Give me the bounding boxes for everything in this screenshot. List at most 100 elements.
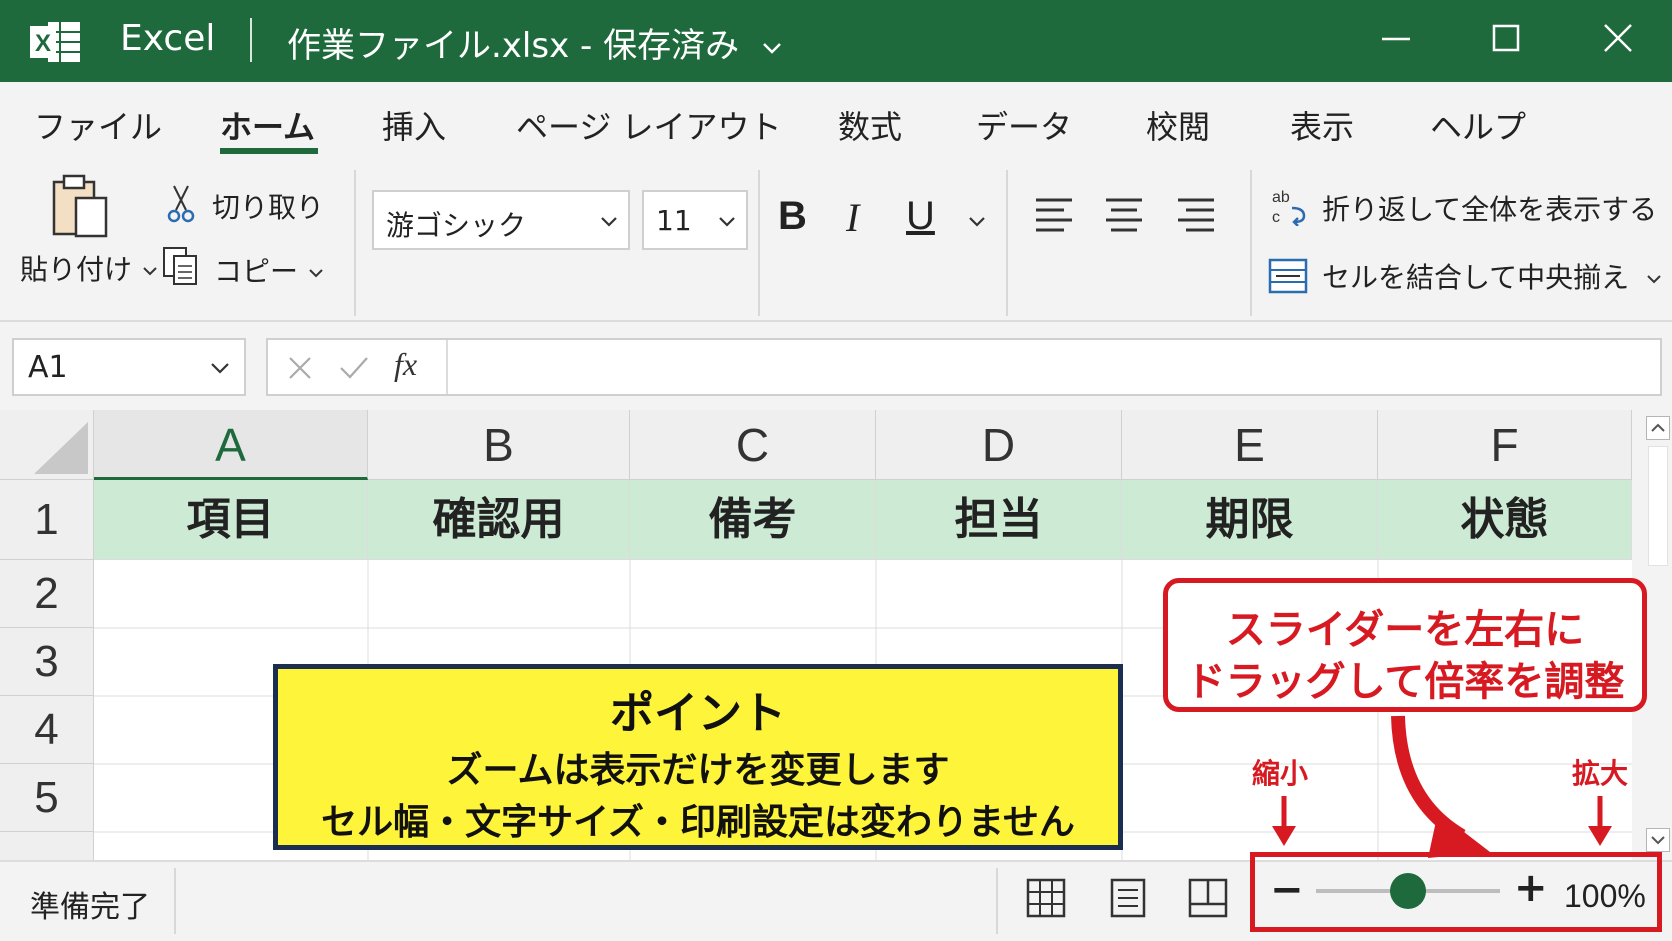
formula-buttons: fx [268, 340, 448, 394]
select-all-button[interactable] [0, 410, 94, 480]
title-separator [250, 18, 252, 62]
row-header-3[interactable]: 3 [0, 628, 94, 696]
zoom-slider-thumb[interactable] [1390, 873, 1426, 909]
cell-b1[interactable]: 確認用 [368, 480, 630, 560]
row-header-4[interactable]: 4 [0, 696, 94, 764]
status-text: 準備完了 [30, 890, 150, 925]
cell-c1[interactable]: 備考 [630, 480, 876, 560]
cut-button[interactable]: 切り取り [212, 186, 324, 226]
underline-dropdown-chevron-down-icon[interactable] [966, 210, 988, 232]
zoom-in-button[interactable]: + [1514, 868, 1548, 908]
zoom-out-button[interactable]: − [1270, 870, 1304, 910]
column-header-f[interactable]: F [1378, 410, 1632, 480]
title-bar: X Excel 作業ファイル.xlsx - 保存済み [0, 0, 1672, 82]
zoom-level[interactable]: 100% [1564, 878, 1646, 915]
row-header-1[interactable]: 1 [0, 480, 94, 560]
cell-f1[interactable]: 状態 [1378, 480, 1632, 560]
tab-help[interactable]: ヘルプ [1430, 102, 1526, 148]
paste-button[interactable]: 貼り付け [20, 248, 159, 288]
cell-e1[interactable]: 期限 [1122, 480, 1378, 560]
formula-bar[interactable]: fx [266, 338, 1662, 396]
slider-callout-line2: ドラッグして倍率を調整 [1185, 659, 1625, 705]
column-header-b[interactable]: B [368, 410, 630, 480]
app-name: Excel [120, 18, 216, 59]
merge-center-button[interactable]: セルを結合して中央揃え [1322, 256, 1664, 296]
point-callout-title: ポイント [610, 688, 786, 739]
point-callout-line1: ズームは表示だけを変更します [446, 750, 950, 791]
view-separator [996, 868, 998, 934]
page-break-preview-icon[interactable] [1186, 876, 1230, 920]
underline-button[interactable]: U [906, 194, 935, 239]
chevron-down-icon [719, 217, 735, 227]
scroll-down-button[interactable] [1646, 828, 1670, 852]
copy-label: コピー [214, 255, 299, 288]
italic-button[interactable]: I [846, 194, 859, 241]
scroll-up-button[interactable] [1646, 416, 1670, 440]
tab-view[interactable]: 表示 [1290, 102, 1354, 148]
bold-button[interactable]: B [778, 194, 807, 239]
font-name-value: 游ゴシック [386, 209, 527, 242]
cell-d1[interactable]: 担当 [876, 480, 1122, 560]
column-header-d[interactable]: D [876, 410, 1122, 480]
chevron-down-icon [1651, 836, 1665, 845]
slider-callout: スライダーを左右に ドラッグして倍率を調整 [1163, 578, 1647, 712]
row-header-6-partial[interactable] [0, 832, 94, 860]
merge-center-label: セルを結合して中央揃え [1322, 261, 1630, 294]
document-title: 作業ファイル.xlsx - 保存済み [287, 26, 740, 66]
insert-function-button[interactable]: fx [394, 346, 417, 383]
scroll-thumb[interactable] [1648, 446, 1668, 566]
tab-file[interactable]: ファイル [34, 102, 162, 148]
tab-data[interactable]: データ [976, 102, 1072, 148]
close-icon[interactable] [1590, 14, 1646, 64]
chevron-down-icon [601, 217, 617, 227]
tab-review[interactable]: 校閲 [1146, 102, 1210, 148]
enlarge-label: 拡大 [1572, 757, 1629, 790]
cell-a1[interactable]: 項目 [94, 480, 368, 560]
active-tab-indicator [220, 148, 318, 154]
zoom-slider-track[interactable] [1316, 873, 1500, 909]
shrink-label: 縮小 [1252, 757, 1309, 790]
normal-view-icon[interactable] [1024, 876, 1068, 920]
svg-text:ab: ab [1272, 189, 1290, 206]
svg-text:c: c [1272, 209, 1280, 226]
row-header-2[interactable]: 2 [0, 560, 94, 628]
ribbon-separator [758, 170, 760, 316]
font-name-dropdown[interactable]: 游ゴシック [372, 190, 630, 250]
excel-logo-letter: X [35, 30, 51, 57]
chevron-down-icon [309, 269, 323, 278]
maximize-icon[interactable] [1478, 14, 1534, 64]
column-header-c[interactable]: C [630, 410, 876, 480]
row-header-5[interactable]: 5 [0, 764, 94, 832]
chevron-down-icon [763, 42, 781, 54]
paste-icon[interactable] [48, 172, 114, 242]
paste-label: 貼り付け [20, 253, 133, 286]
column-header-a[interactable]: A [94, 410, 368, 480]
cancel-icon[interactable] [286, 354, 314, 382]
minimize-icon[interactable] [1368, 14, 1424, 64]
merge-cells-icon[interactable] [1268, 258, 1308, 294]
point-callout-line2: セル幅・文字サイズ・印刷設定は変わりません [321, 802, 1075, 843]
page-layout-view-icon[interactable] [1106, 876, 1150, 920]
chevron-down-icon [1647, 275, 1661, 284]
copy-button[interactable]: コピー [214, 250, 325, 290]
chevron-down-icon [211, 363, 229, 374]
align-left-icon[interactable] [1034, 194, 1074, 234]
wrap-text-icon[interactable]: ab c [1270, 186, 1310, 226]
wrap-text-button[interactable]: 折り返して全体を表示する [1322, 188, 1657, 228]
tab-page-layout[interactable]: ページ レイアウト [516, 102, 782, 148]
document-title-button[interactable]: 作業ファイル.xlsx - 保存済み [287, 18, 784, 67]
tab-home[interactable]: ホーム [220, 102, 315, 148]
enter-check-icon[interactable] [338, 354, 370, 382]
align-right-icon[interactable] [1176, 194, 1216, 234]
column-header-e[interactable]: E [1122, 410, 1378, 480]
font-size-dropdown[interactable]: 11 [642, 190, 748, 250]
tab-formulas[interactable]: 数式 [838, 102, 902, 148]
align-center-icon[interactable] [1104, 194, 1144, 234]
select-all-triangle-icon [34, 422, 88, 474]
ribbon-separator [1250, 170, 1252, 316]
status-separator [174, 868, 176, 934]
tab-insert[interactable]: 挿入 [382, 102, 446, 148]
copy-icon[interactable] [162, 246, 200, 288]
scissors-icon[interactable] [166, 184, 196, 224]
name-box[interactable]: A1 [12, 338, 246, 396]
